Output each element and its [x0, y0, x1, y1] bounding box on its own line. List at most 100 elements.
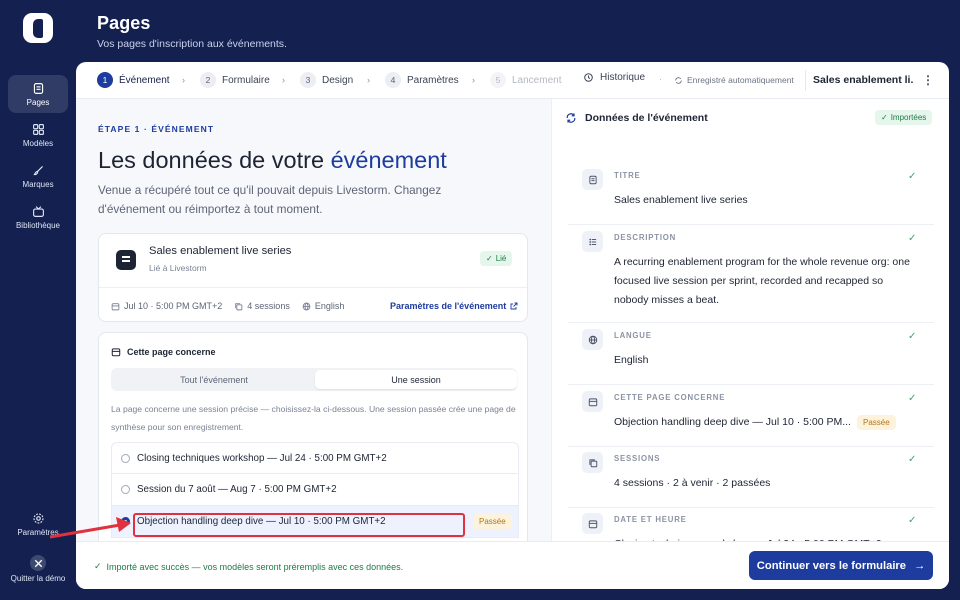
arrow-right-icon: →: [914, 559, 926, 572]
scope-help-text: La page concerne une session précise — c…: [111, 404, 516, 432]
scope-toggle: Tout l'événement Une session: [111, 368, 517, 391]
event-card: Sales enablement live series Lié à Lives…: [98, 233, 528, 322]
imported-badge: ✓ Importées: [875, 110, 933, 125]
field-value: Sales enablement live series: [614, 194, 748, 206]
field-label: SESSIONS: [614, 454, 661, 463]
event-meta: Jul 10 · 5:00 PM GMT+2 4 sessions Englis…: [111, 301, 356, 311]
highlight-box: [133, 513, 465, 537]
step-form[interactable]: 2 Formulaire: [200, 72, 270, 88]
event-name: Sales enablement live series: [149, 245, 292, 257]
radio-button[interactable]: [121, 485, 130, 494]
more-vertical-icon[interactable]: ⋮: [922, 73, 934, 87]
page-subtitle: Vos pages d'inscription aux événements.: [97, 38, 287, 50]
event-settings-link[interactable]: Paramètres de l'événement: [390, 301, 518, 311]
session-option[interactable]: Session du 7 août — Aug 7 · 5:00 PM GMT+…: [111, 474, 519, 506]
linked-badge-label: Lié: [495, 254, 507, 263]
radio-button[interactable]: [121, 454, 130, 463]
hero-prefix: Les données de votre: [98, 147, 331, 173]
sync-icon: [675, 76, 682, 84]
nav-item-settings[interactable]: Paramètres: [8, 505, 68, 543]
separator-dot: ·: [659, 74, 662, 84]
nav-label-library: Bibliothèque: [15, 220, 61, 230]
field-label: DESCRIPTION: [614, 233, 677, 242]
field-sessions: SESSIONS ✓ 4 sessions · 2 à venir · 2 pa…: [568, 452, 934, 508]
continue-button-label: Continuer vers le formulaire: [756, 559, 907, 572]
session-option[interactable]: Closing techniques workshop — Jul 24 · 5…: [111, 442, 519, 474]
nav-item-templates[interactable]: Modèles: [8, 116, 68, 154]
document-icon: [582, 169, 603, 190]
divider: [805, 70, 806, 91]
calendar-icon: [582, 513, 603, 534]
check-icon: ✓: [908, 233, 917, 244]
app-logo[interactable]: [23, 13, 53, 43]
event-sessions-label: 4 sessions: [247, 301, 290, 311]
right-pane: Données de l'événement ✓ Importées TITRE…: [551, 99, 949, 550]
check-icon: ✓: [908, 331, 917, 342]
step-settings[interactable]: 4 Paramètres: [385, 72, 459, 88]
left-rail: Pages Modèles Marques Bibliothèque Param…: [0, 0, 76, 600]
right-pane-title: Données de l'événement: [585, 112, 708, 124]
field-label: LANGUE: [614, 331, 652, 340]
radio-button[interactable]: [121, 517, 130, 526]
step-design[interactable]: 3 Design: [300, 72, 353, 88]
imported-badge-label: Importées: [890, 113, 927, 122]
step-event[interactable]: 1 Événement: [97, 72, 170, 88]
field-value: English: [614, 354, 649, 366]
step-eyebrow: ÉTAPE 1 · ÉVÉNEMENT: [98, 124, 215, 134]
nav-item-brands[interactable]: Marques: [8, 157, 68, 195]
event-settings-link-label: Paramètres de l'événement: [390, 301, 507, 311]
field-value: 4 sessions · 2 à venir · 2 passées: [614, 477, 771, 489]
copy-icon: [582, 452, 603, 473]
chevron-right-icon: ›: [472, 75, 475, 85]
check-icon: ✓: [908, 515, 917, 526]
templates-icon: [32, 123, 44, 135]
continue-button[interactable]: Continuer vers le formulaire →: [749, 551, 933, 580]
refresh-icon[interactable]: [565, 112, 577, 124]
history-label: Historique: [600, 72, 646, 83]
scope-title: Cette page concerne: [127, 347, 216, 357]
check-icon: ✓: [486, 254, 493, 263]
pages-icon: [33, 82, 43, 94]
past-badge: Passée: [857, 415, 896, 430]
quit-demo-button[interactable]: Quitter la démo: [8, 550, 68, 588]
step-number: 4: [385, 72, 401, 88]
check-icon: ✓: [908, 454, 917, 465]
autosave-label: Enregistré automatiquement: [687, 75, 794, 85]
page-title: Pages: [97, 13, 151, 33]
field-label: TITRE: [614, 171, 641, 180]
history-button[interactable]: Historique: [583, 72, 645, 83]
success-message: ✓ Importé avec succès — vos modèles sero…: [94, 561, 403, 572]
check-icon: ✓: [908, 393, 917, 404]
right-pane-heading: Données de l'événement: [565, 112, 708, 124]
event-title-top: Sales enablement li...: [813, 74, 913, 86]
step-number: 2: [200, 72, 216, 88]
step-label: Design: [322, 74, 354, 86]
session-label: Session du 7 août — Aug 7 · 5:00 PM GMT+…: [137, 484, 337, 495]
chevron-right-icon: ›: [182, 75, 185, 85]
check-icon: ✓: [881, 113, 888, 122]
event-language-label: English: [314, 301, 345, 311]
event-source: Lié à Livestorm: [149, 263, 207, 273]
nav-label-templates: Modèles: [22, 138, 54, 148]
autosave-status: Enregistré automatiquement: [674, 75, 794, 85]
scope-option-session[interactable]: Une session: [315, 370, 517, 389]
stepper: 1 Événement › 2 Formulaire › 3 Design › …: [76, 62, 949, 99]
event-sessions: 4 sessions: [234, 301, 290, 311]
scope-option-all[interactable]: Tout l'événement: [113, 370, 315, 389]
event-language: English: [302, 301, 345, 311]
nav-item-pages[interactable]: Pages: [8, 75, 68, 113]
page-header: Pages Vos pages d'inscription aux événem…: [97, 13, 287, 50]
globe-icon: [302, 302, 311, 310]
globe-icon: [582, 329, 603, 350]
step-label: Lancement: [512, 74, 562, 86]
calendar-icon: [111, 348, 121, 357]
check-icon: ✓: [908, 171, 917, 182]
hero-accent: événement: [330, 147, 447, 173]
hero-title: Les données de votre événement: [98, 147, 447, 174]
nav-item-library[interactable]: Bibliothèque: [8, 198, 68, 236]
footer-bar: ✓ Importé avec succès — vos modèles sero…: [76, 541, 949, 589]
left-pane: ÉTAPE 1 · ÉVÉNEMENT Les données de votre…: [76, 99, 551, 552]
list-icon: [582, 231, 603, 252]
hero-lede: Venue a récupéré tout ce qu'il pouvait d…: [98, 183, 442, 216]
step-number: 5: [490, 72, 506, 88]
